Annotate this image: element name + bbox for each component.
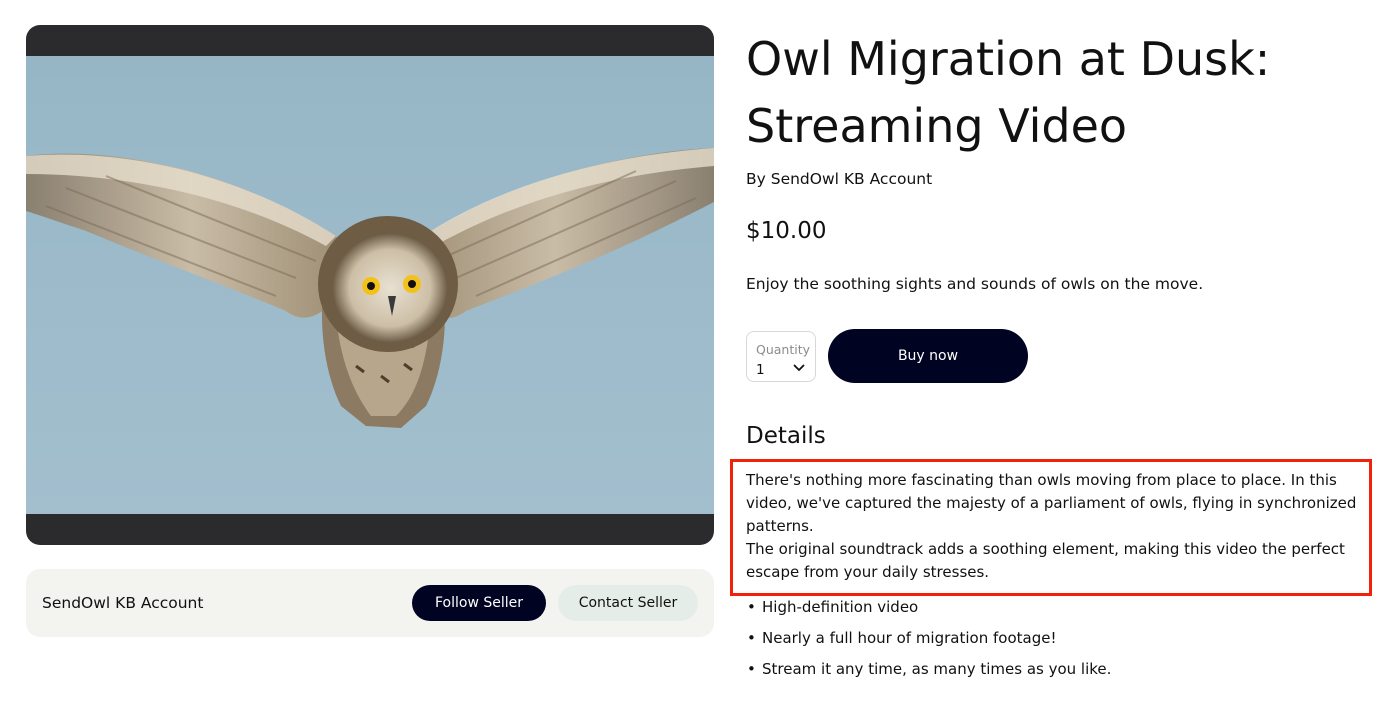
feature-text: Stream it any time, as many times as you… (762, 660, 1112, 678)
product-byline: By SendOwl KB Account (746, 170, 933, 188)
feature-list: • High-definition video • Nearly a full … (746, 596, 1111, 689)
bullet-icon: • (747, 629, 756, 647)
buy-now-button[interactable]: Buy now (828, 329, 1028, 383)
product-video[interactable] (26, 25, 714, 545)
quantity-value: 1 (756, 362, 765, 378)
follow-seller-button[interactable]: Follow Seller (412, 585, 546, 621)
product-summary: Enjoy the soothing sights and sounds of … (746, 275, 1204, 293)
product-price: $10.00 (746, 218, 827, 244)
feature-item: • High-definition video (746, 596, 1111, 627)
quantity-label: Quantity (756, 342, 811, 357)
quantity-select[interactable]: Quantity 1 (746, 331, 816, 382)
feature-text: High-definition video (762, 598, 919, 616)
seller-card: SendOwl KB Account Follow Seller Contact… (26, 569, 714, 637)
description-paragraph: There's nothing more fascinating than ow… (746, 471, 1357, 535)
contact-seller-button[interactable]: Contact Seller (558, 585, 698, 621)
description-paragraph: The original soundtrack adds a soothing … (746, 540, 1345, 581)
chevron-down-icon (793, 364, 805, 371)
feature-item: • Stream it any time, as many times as y… (746, 658, 1111, 689)
product-page: SendOwl KB Account Follow Seller Contact… (0, 0, 1397, 701)
feature-item: • Nearly a full hour of migration footag… (746, 627, 1111, 658)
bullet-icon: • (747, 598, 756, 616)
feature-text: Nearly a full hour of migration footage! (762, 629, 1057, 647)
bullet-icon: • (747, 660, 756, 678)
details-heading: Details (746, 423, 826, 449)
seller-name: SendOwl KB Account (42, 594, 204, 612)
owl-image (26, 56, 714, 514)
product-title: Owl Migration at Dusk: Streaming Video (746, 32, 1271, 153)
